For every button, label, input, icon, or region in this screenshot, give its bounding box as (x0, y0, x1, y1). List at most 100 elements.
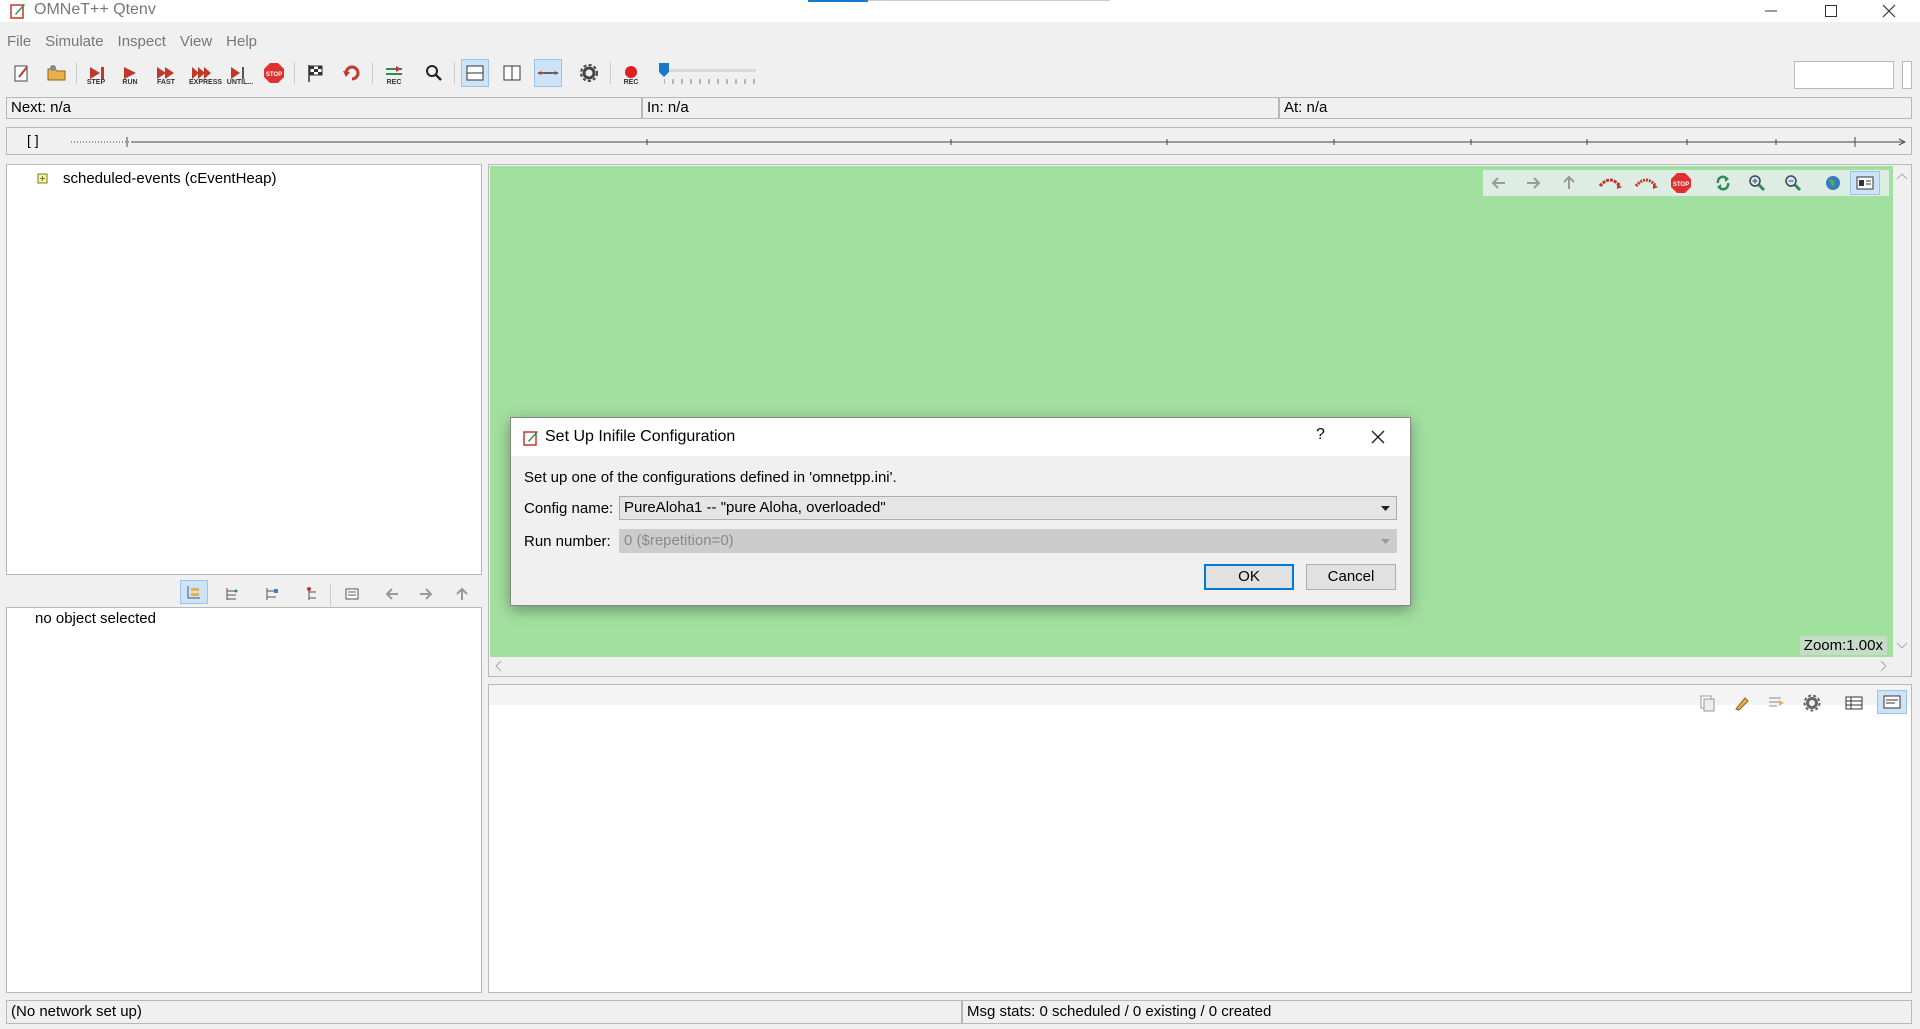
arrow-right-icon[interactable] (1524, 174, 1542, 192)
minimize-button[interactable] (1748, 0, 1794, 22)
toolbar-separator (76, 62, 77, 84)
express-label: EXPRESS (189, 79, 223, 86)
timeline[interactable]: [ ] (6, 127, 1912, 155)
flat-view-button[interactable] (218, 582, 246, 606)
title-accent-line (868, 0, 1110, 1)
help-button[interactable]: ? (1316, 426, 1325, 444)
vertical-layout-button[interactable] (498, 59, 526, 87)
message-stats: Msg stats: 0 scheduled / 0 existing / 0 … (962, 1000, 1912, 1024)
slider-ticks (664, 79, 755, 84)
scroll-up-icon[interactable] (1895, 171, 1909, 181)
step-icon (90, 67, 104, 79)
timeline-axis (71, 137, 1907, 147)
messages-view-icon[interactable] (1845, 694, 1863, 712)
back-button[interactable] (378, 582, 406, 606)
refresh-layout-icon[interactable] (1714, 174, 1732, 192)
load-config-button[interactable] (43, 59, 71, 87)
slider-handle[interactable] (658, 62, 670, 78)
display-mode-icon (1856, 176, 1874, 190)
zoom-out-icon[interactable] (1784, 174, 1802, 192)
copy-icon[interactable] (1698, 694, 1716, 712)
timeline-toggle-button[interactable] (534, 59, 562, 87)
step-button[interactable]: STEP (82, 59, 110, 87)
arrow-up-icon[interactable] (1560, 174, 1578, 192)
cancel-button[interactable]: Cancel (1306, 564, 1396, 590)
scroll-right-icon[interactable] (1879, 659, 1889, 673)
open-folder-icon (47, 65, 66, 81)
run-button[interactable]: RUN (116, 59, 144, 87)
toolbar-separator (294, 62, 295, 84)
record-video-button[interactable]: REC (617, 59, 645, 87)
filter-icon[interactable] (1733, 694, 1751, 712)
fast-run-local-icon[interactable] (1634, 174, 1660, 192)
log-view-button[interactable] (1877, 690, 1907, 714)
find-text-icon[interactable] (1767, 694, 1787, 712)
new-network-icon (14, 65, 28, 82)
up-button[interactable] (448, 582, 476, 606)
menu-help[interactable]: Help (219, 30, 264, 54)
menu-inspect[interactable]: Inspect (111, 30, 173, 54)
run-until-button[interactable]: UNTIL... (226, 59, 254, 87)
new-network-button[interactable] (8, 59, 36, 87)
search-object-field[interactable] (1794, 61, 1894, 89)
minimize-icon (1765, 10, 1777, 12)
menu-bar: File Simulate Inspect View Help (0, 30, 1920, 54)
find-objects-button[interactable] (420, 59, 448, 87)
inheritance-view-button[interactable] (298, 582, 326, 606)
grouped-view-button[interactable] (180, 580, 208, 604)
toolbar-extension[interactable] (1902, 61, 1912, 89)
timeline-icon (538, 71, 558, 75)
children-view-button[interactable] (258, 582, 286, 606)
express-run-button[interactable]: EXPRESS (189, 59, 223, 87)
tree-item[interactable]: scheduled-events (cEventHeap) (37, 170, 276, 187)
forward-button[interactable] (412, 582, 440, 606)
expand-icon[interactable] (37, 173, 49, 185)
title-bar: OMNeT++ Qtenv (0, 0, 1920, 22)
maximize-icon (1825, 5, 1837, 17)
toolbar-separator (610, 62, 611, 84)
svg-text:STOP: STOP (266, 72, 282, 78)
globe-icon[interactable] (1824, 174, 1842, 192)
record-icon (625, 66, 637, 78)
animation-speed-slider[interactable] (656, 60, 760, 88)
main-toolbar: STEP RUN FAST EXPRESS UNTIL... STOP REC (0, 56, 1920, 90)
arrow-left-icon[interactable] (1490, 174, 1508, 192)
title-accent (808, 0, 868, 2)
zoom-in-icon[interactable] (1748, 174, 1766, 192)
menu-simulate[interactable]: Simulate (38, 30, 110, 54)
menu-file[interactable]: File (0, 30, 38, 54)
log-view-icon (1883, 695, 1901, 709)
maximize-button[interactable] (1808, 0, 1854, 22)
run-icon (124, 67, 136, 79)
run-number-select[interactable]: 0 ($repetition=0) (619, 529, 1397, 553)
stop-button[interactable]: STOP (260, 59, 288, 87)
ok-button[interactable]: OK (1204, 564, 1294, 590)
close-icon[interactable] (1371, 430, 1385, 444)
inspect-mode-icon (345, 588, 359, 600)
window-title: OMNeT++ Qtenv (34, 1, 156, 18)
step-label: STEP (86, 79, 106, 86)
inheritance-view-icon (307, 587, 316, 600)
horizontal-layout-button[interactable] (461, 59, 489, 87)
network-status: (No network set up) (6, 1000, 962, 1024)
stop-icon[interactable]: STOP (1670, 172, 1692, 194)
gear-icon[interactable] (1803, 694, 1821, 712)
config-name-select[interactable]: PureAloha1 -- "pure Aloha, overloaded" (619, 496, 1397, 520)
module-display-button[interactable] (1850, 171, 1880, 195)
preferences-button[interactable] (575, 59, 603, 87)
fast-run-button[interactable]: FAST (152, 59, 180, 87)
run-local-icon[interactable] (1598, 174, 1624, 192)
flat-view-icon (226, 588, 238, 600)
event-recording-button[interactable]: REC (380, 59, 408, 87)
rebuild-network-button[interactable] (338, 59, 366, 87)
tree-item-label: scheduled-events (cEventHeap) (63, 170, 277, 187)
rec-label-1: REC (386, 79, 402, 86)
object-inspector-panel: no object selected (6, 607, 482, 993)
inspect-as-button[interactable] (338, 582, 366, 606)
search-icon (426, 65, 442, 81)
call-finish-button[interactable] (302, 59, 330, 87)
menu-view[interactable]: View (173, 30, 219, 54)
close-window-button[interactable] (1866, 0, 1912, 22)
scroll-down-icon[interactable] (1895, 641, 1909, 651)
scroll-left-icon[interactable] (493, 659, 503, 673)
